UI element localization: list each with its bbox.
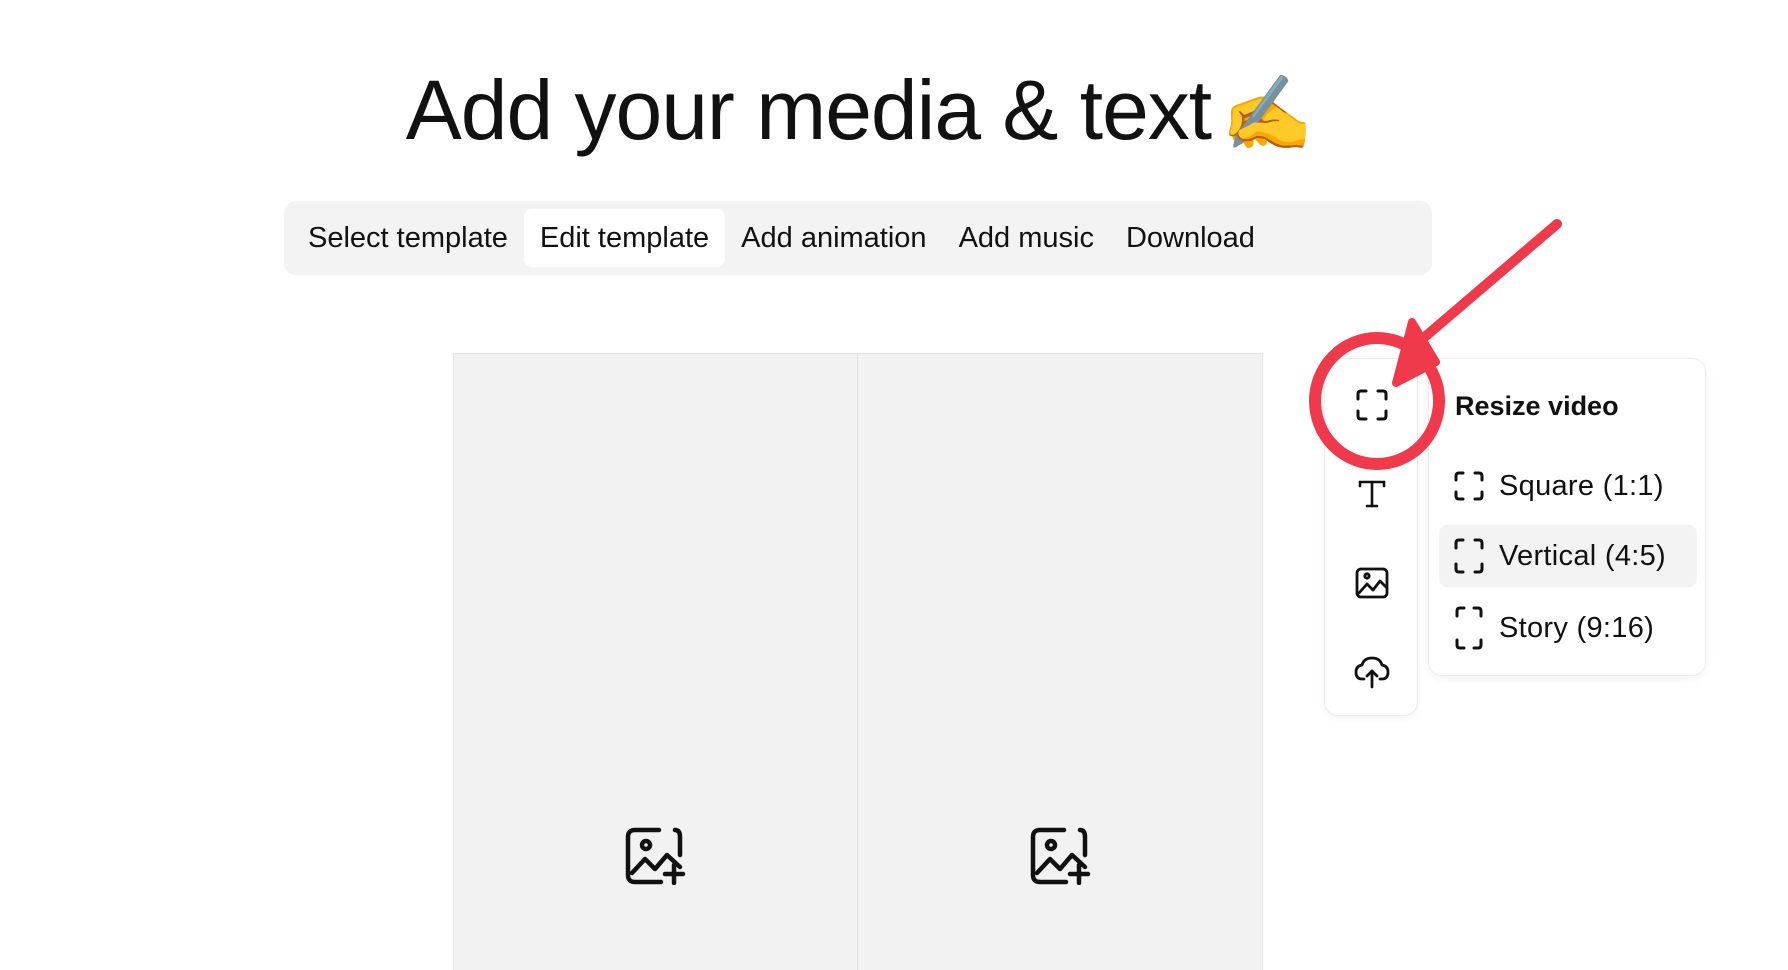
- video-canvas: [453, 353, 1263, 970]
- option-label: Square (1:1): [1499, 469, 1664, 502]
- step-edit-template[interactable]: Edit template: [523, 209, 726, 267]
- option-square[interactable]: Square (1:1): [1439, 455, 1697, 517]
- step-download[interactable]: Download: [1110, 209, 1271, 267]
- page-title: Add your media & text ✍️: [0, 62, 1718, 159]
- step-add-music[interactable]: Add music: [943, 209, 1110, 267]
- step-add-animation[interactable]: Add animation: [725, 209, 942, 267]
- image-add-icon[interactable]: [1029, 824, 1093, 888]
- option-label: Vertical (4:5): [1499, 539, 1666, 572]
- menu-title: Resize video: [1455, 391, 1619, 421]
- square-frame-icon: [1454, 471, 1484, 501]
- annotation-arrow-shaft: [1415, 219, 1562, 346]
- image-add-icon[interactable]: [624, 824, 688, 888]
- resize-video-menu: Resize video Square (1:1) Vertical (4:5)…: [1428, 358, 1706, 676]
- page-title-text: Add your media & text: [405, 63, 1212, 157]
- upload-button[interactable]: [1345, 645, 1399, 699]
- vertical-frame-icon: [1454, 538, 1484, 574]
- add-image-button[interactable]: [1345, 556, 1399, 610]
- editor-toolbar: [1324, 358, 1418, 716]
- text-icon: [1358, 480, 1386, 508]
- image-icon: [1355, 567, 1389, 599]
- add-text-button[interactable]: [1345, 467, 1399, 521]
- cloud-upload-icon: [1354, 656, 1390, 689]
- writing-hand-emoji: ✍️: [1221, 71, 1313, 157]
- media-panel-left[interactable]: [454, 354, 858, 970]
- story-frame-icon: [1455, 606, 1483, 650]
- resize-frame-icon: [1356, 389, 1388, 421]
- option-story[interactable]: Story (9:16): [1439, 597, 1697, 659]
- step-select-template[interactable]: Select template: [292, 209, 524, 267]
- media-panel-right[interactable]: [859, 354, 1263, 970]
- option-vertical[interactable]: Vertical (4:5): [1439, 525, 1697, 587]
- option-label: Story (9:16): [1499, 611, 1655, 644]
- step-navigation: Select template Edit template Add animat…: [284, 201, 1432, 275]
- resize-button[interactable]: [1345, 378, 1399, 432]
